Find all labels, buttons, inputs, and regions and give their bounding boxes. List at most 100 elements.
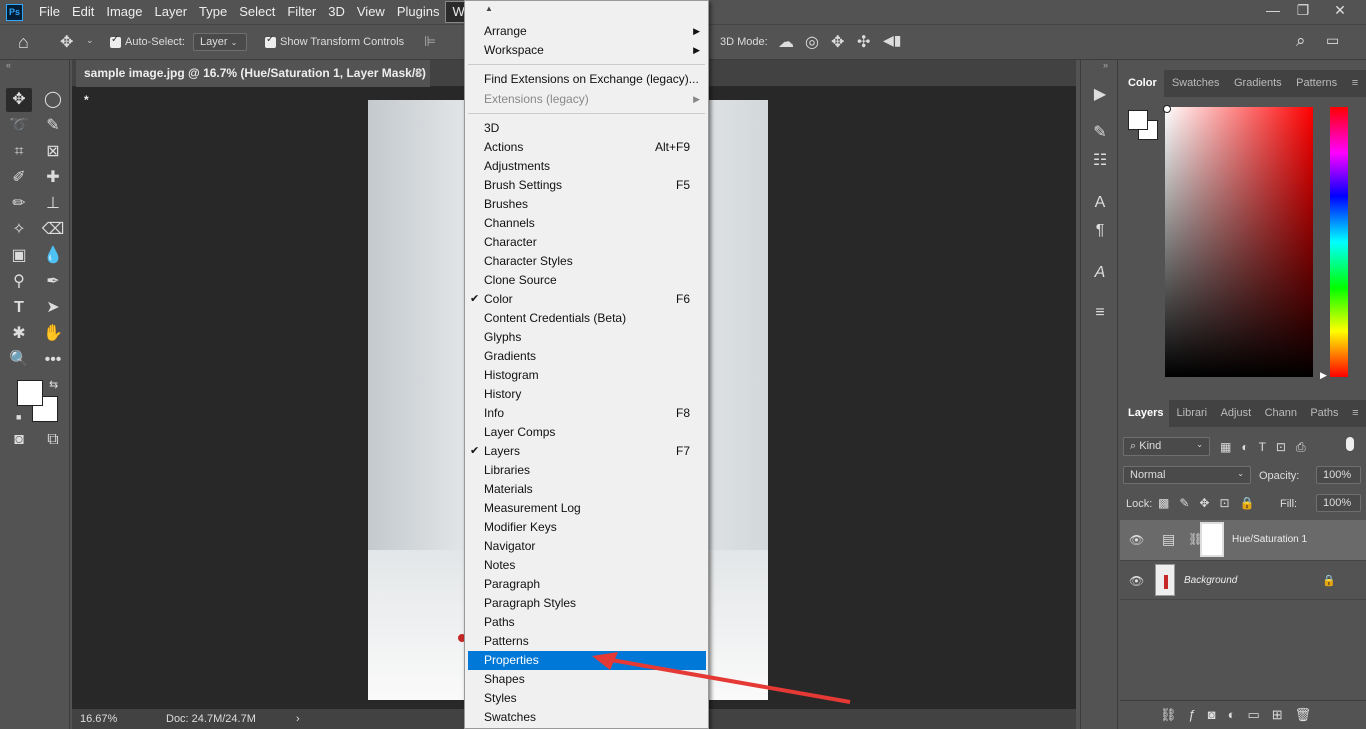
transform-controls-checkbox[interactable] — [265, 34, 276, 49]
menu-item-history[interactable]: History — [465, 385, 708, 404]
brush-settings-icon[interactable]: ✎ — [1089, 122, 1111, 144]
lock-icons[interactable]: ▩✎✥⊡🔒 — [1158, 496, 1264, 510]
dodge-tool-icon[interactable]: ⚲ — [6, 270, 32, 294]
3d-slide-icon[interactable]: ✣ — [857, 32, 870, 52]
menu-item-layers[interactable]: ✔ Layers F7 — [465, 442, 708, 461]
healing-tool-icon[interactable]: ✚ — [40, 166, 66, 190]
scroll-up-icon[interactable]: ▲ — [485, 4, 493, 13]
hand-tool-icon[interactable]: ✋ — [40, 322, 66, 346]
layer-footer-icons[interactable]: ⛓ƒ◙◐▭⊞🗑 — [1160, 707, 1323, 723]
menu-item-materials[interactable]: Materials — [465, 480, 708, 499]
layer-mask-thumbnail[interactable] — [1200, 522, 1224, 557]
menu-item-actions[interactable]: Actions Alt+F9 — [465, 138, 708, 157]
tab-gradients[interactable]: Gradients — [1226, 70, 1288, 97]
panel-menu-icon[interactable]: ≡ — [1344, 70, 1366, 97]
menu-item-3d[interactable]: 3D — [465, 119, 708, 138]
more-tools-icon[interactable]: ••• — [40, 348, 66, 372]
chevron-down-icon[interactable]: ⌄ — [86, 35, 94, 46]
eye-icon[interactable]: 👁 — [1129, 533, 1144, 547]
close-tab-icon[interactable]: ✕ — [414, 60, 424, 87]
menu-type[interactable]: Type — [193, 0, 233, 24]
minimize-icon[interactable]: — — [1258, 0, 1288, 22]
default-colors-icon[interactable]: ■ — [16, 412, 21, 422]
move-tool-icon[interactable]: ✥ — [60, 32, 73, 52]
menu-item-libraries[interactable]: Libraries — [465, 461, 708, 480]
blur-tool-icon[interactable]: 💧 — [40, 244, 66, 268]
menu-item-adjustments[interactable]: Adjustments — [465, 157, 708, 176]
close-icon[interactable]: ✕ — [1325, 0, 1355, 22]
color-picker-cursor[interactable] — [1163, 105, 1171, 113]
eraser-tool-icon[interactable]: ⌫ — [40, 218, 66, 242]
menu-item-find-extensions[interactable]: Find Extensions on Exchange (legacy)... — [465, 70, 708, 89]
menu-item-glyphs[interactable]: Glyphs — [465, 328, 708, 347]
menu-item-layer-comps[interactable]: Layer Comps — [465, 423, 708, 442]
menu-item-color[interactable]: ✔ Color F6 — [465, 290, 708, 309]
menu-filter[interactable]: Filter — [281, 0, 322, 24]
menu-item-swatches[interactable]: Swatches — [465, 708, 708, 727]
foreground-color-swatch[interactable] — [17, 380, 43, 406]
tab-patterns[interactable]: Patterns — [1288, 70, 1344, 97]
menu-layer[interactable]: Layer — [149, 0, 194, 24]
color-saturation-field[interactable] — [1165, 107, 1313, 377]
lasso-tool-icon[interactable]: ➰ — [6, 114, 32, 138]
tab-color[interactable]: Color — [1120, 70, 1164, 97]
quick-select-tool-icon[interactable]: ✎ — [40, 114, 66, 138]
menu-item-clone-source[interactable]: Clone Source — [465, 271, 708, 290]
eye-icon[interactable]: 👁 — [1129, 574, 1144, 588]
menu-item-measurement-log[interactable]: Measurement Log — [465, 499, 708, 518]
layer-name-hue-saturation[interactable]: Hue/Saturation 1 — [1232, 534, 1307, 545]
tab-channels[interactable]: Chann — [1257, 400, 1303, 427]
tab-adjustments[interactable]: Adjust — [1213, 400, 1257, 427]
quick-mask-icon[interactable]: ◙ — [6, 428, 32, 452]
menu-plugins[interactable]: Plugins — [391, 0, 446, 24]
menu-item-brush-settings[interactable]: Brush Settings F5 — [465, 176, 708, 195]
fill-input[interactable]: 100% — [1316, 494, 1361, 512]
align-left-icon[interactable]: ⊫ — [424, 33, 436, 50]
marquee-tool-icon[interactable]: ◯ — [40, 88, 66, 112]
menu-item-notes[interactable]: Notes — [465, 556, 708, 575]
glyphs-icon[interactable]: A — [1089, 262, 1111, 284]
collapse-panels-icon[interactable]: » — [1103, 60, 1108, 70]
tab-swatches[interactable]: Swatches — [1164, 70, 1226, 97]
brush-tool-icon[interactable]: ✏ — [6, 192, 32, 216]
menu-item-paragraph-styles[interactable]: Paragraph Styles — [465, 594, 708, 613]
hue-slider[interactable] — [1330, 107, 1348, 377]
menu-item-character-styles[interactable]: Character Styles — [465, 252, 708, 271]
type-tool-icon[interactable]: T — [6, 296, 32, 320]
layer-name-background[interactable]: Background — [1184, 575, 1237, 586]
restore-icon[interactable]: ❐ — [1288, 0, 1318, 22]
tab-libraries[interactable]: Librari — [1169, 400, 1213, 427]
gradient-tool-icon[interactable]: ▣ — [6, 244, 32, 268]
menu-image[interactable]: Image — [100, 0, 148, 24]
menu-edit[interactable]: Edit — [66, 0, 100, 24]
menu-item-content-credentials-beta[interactable]: Content Credentials (Beta) — [465, 309, 708, 328]
menu-file[interactable]: File — [33, 0, 66, 24]
home-icon[interactable]: ⌂ — [18, 32, 29, 53]
layers-menu-icon[interactable]: ≡ — [1344, 400, 1366, 427]
search-icon[interactable]: ⌕ — [1296, 31, 1306, 51]
color-foreground-swatch[interactable] — [1128, 110, 1148, 130]
menu-item-channels[interactable]: Channels — [465, 214, 708, 233]
filter-icons[interactable]: ▦◐T⊡⎙ — [1220, 440, 1316, 455]
character-icon[interactable]: A — [1089, 192, 1111, 214]
screen-mode-icon[interactable]: ⧉ — [40, 428, 66, 452]
properties-icon[interactable]: ≡ — [1089, 302, 1111, 324]
menu-item-gradients[interactable]: Gradients — [465, 347, 708, 366]
history-brush-icon[interactable]: ✧ — [6, 218, 32, 242]
paragraph-icon[interactable]: ¶ — [1089, 220, 1111, 242]
document-tab[interactable]: sample image.jpg @ 16.7% (Hue/Saturation… — [76, 60, 430, 107]
menu-3d[interactable]: 3D — [322, 0, 351, 24]
menu-item-workspace[interactable]: Workspace ▶ — [465, 41, 708, 60]
3d-pan-icon[interactable]: ✥ — [831, 32, 844, 52]
frame-tool-icon[interactable]: ⊠ — [40, 140, 66, 164]
menu-item-brushes[interactable]: Brushes — [465, 195, 708, 214]
filter-toggle[interactable] — [1346, 437, 1354, 451]
move-tool-icon[interactable]: ✥ — [6, 88, 32, 112]
pen-tool-icon[interactable]: ✒ — [40, 270, 66, 294]
eyedropper-tool-icon[interactable]: ✐ — [6, 166, 32, 190]
opacity-input[interactable]: 100% — [1316, 466, 1361, 484]
collapse-tools-icon[interactable]: « — [6, 60, 11, 70]
blend-mode-dropdown[interactable]: Normal ⌄ — [1123, 466, 1251, 484]
tab-layers[interactable]: Layers — [1120, 400, 1169, 427]
auto-select-checkbox[interactable] — [110, 34, 121, 49]
